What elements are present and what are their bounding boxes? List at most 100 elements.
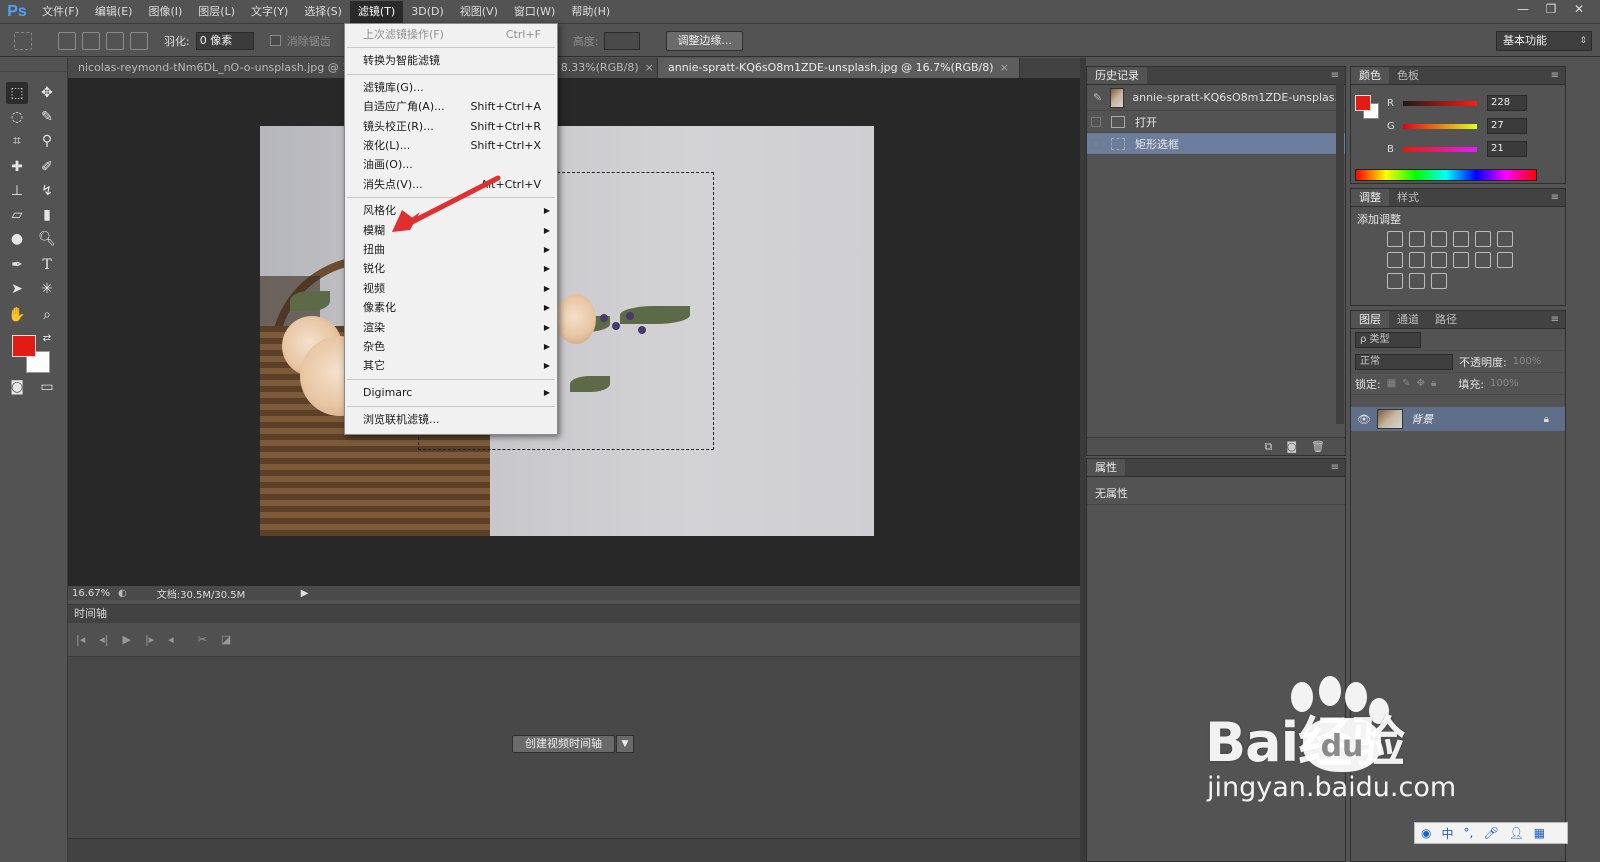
history-brush-tool-icon[interactable]: ↯ [36, 180, 58, 202]
marquee-preset-icon[interactable] [14, 31, 32, 50]
filter-menu-item-2[interactable]: 转换为智能滤镜 [345, 51, 557, 70]
tab-layers[interactable]: 图层 [1351, 311, 1389, 328]
menu-10[interactable]: 帮助(H) [563, 1, 618, 23]
layer-background[interactable]: 👁︎ 背景 🔒︎ [1351, 407, 1565, 431]
new-selection-icon[interactable] [58, 31, 76, 50]
filter-menu-item-23[interactable]: 浏览联机滤镜... [345, 410, 557, 429]
prev-frame-icon[interactable]: ◂| [99, 633, 108, 646]
filter-menu-item-5[interactable]: 自适应广角(A)... Shift+Ctrl+A [345, 97, 557, 116]
filter-menu-item-6[interactable]: 镜头校正(R)... Shift+Ctrl+R [345, 117, 557, 136]
rect-marquee-tool-icon[interactable]: ⬚ [6, 82, 28, 104]
filter-menu-item-18[interactable]: 杂色 ▶ [345, 337, 557, 356]
menu-7[interactable]: 3D(D) [403, 1, 452, 23]
slider-green-track[interactable] [1403, 123, 1477, 129]
tab-color[interactable]: 颜色 [1351, 67, 1389, 84]
tab-swatches[interactable]: 色板 [1389, 67, 1427, 84]
color-panel-foreground-swatch[interactable] [1355, 95, 1371, 111]
height-input[interactable] [604, 31, 641, 50]
lock-transparent-icon[interactable]: ▦ [1387, 378, 1396, 389]
create-video-timeline-button[interactable]: 创建视频时间轴 [512, 735, 615, 753]
menu-3[interactable]: 图层(L) [190, 1, 243, 23]
menu-6[interactable]: 滤镜(T) [349, 0, 404, 23]
path-select-tool-icon[interactable]: ➤ [6, 278, 28, 300]
shape-tool-icon[interactable]: ✳ [36, 278, 58, 300]
posterize-icon[interactable] [1387, 273, 1403, 289]
panel-menu-icon[interactable]: ≡ [1551, 189, 1559, 207]
pen-tool-icon[interactable]: ✒ [6, 254, 28, 276]
hand-tool-icon[interactable]: ✋ [6, 304, 28, 326]
foreground-color-swatch[interactable] [12, 335, 36, 357]
close-tab-icon[interactable]: × [1000, 61, 1009, 74]
threshold-icon[interactable] [1409, 273, 1425, 289]
blur-tool-icon[interactable]: ● [6, 228, 28, 250]
tab-paths[interactable]: 路径 [1427, 311, 1465, 328]
gradient-map-icon[interactable] [1431, 273, 1447, 289]
feather-input[interactable]: 0 像素 [195, 31, 254, 50]
slider-blue[interactable]: B 21 [1387, 139, 1563, 159]
ime-mode[interactable]: 中 [1441, 825, 1453, 842]
go-first-frame-icon[interactable]: |◂ [76, 633, 85, 646]
filter-menu-item-15[interactable]: 视频 ▶ [345, 279, 557, 298]
color-spectrum[interactable] [1355, 169, 1537, 181]
history-source-checkbox[interactable] [1091, 138, 1101, 149]
tab-styles[interactable]: 样式 [1389, 189, 1427, 206]
eye-icon[interactable]: 👁︎ [1357, 413, 1371, 426]
slider-red-track[interactable] [1403, 100, 1477, 106]
levels-icon[interactable] [1409, 231, 1425, 247]
eyedropper-tool-icon[interactable]: ⚲ [36, 130, 58, 152]
filter-menu-item-16[interactable]: 像素化 ▶ [345, 298, 557, 317]
restore-icon[interactable]: ❐ [1538, 0, 1564, 18]
filter-menu-item-7[interactable]: 液化(L)... Shift+Ctrl+X [345, 136, 557, 155]
canvas-area[interactable] [68, 78, 1080, 586]
quick-mask-icon[interactable]: ◙ [6, 376, 28, 398]
history-source-checkbox[interactable] [1091, 116, 1101, 127]
slider-red[interactable]: R 228 [1387, 93, 1563, 113]
curves-icon[interactable] [1431, 231, 1447, 247]
user-icon[interactable]: 👤︎ [1509, 826, 1524, 840]
document-tab-2[interactable]: annie-spratt-KQ6sO8m1ZDE-unsplash.jpg @ … [658, 58, 1020, 78]
menu-2[interactable]: 图像(I) [140, 1, 190, 23]
tab-properties[interactable]: 属性 [1087, 459, 1125, 476]
menu-0[interactable]: 文件(F) [34, 1, 87, 23]
workspace-select[interactable]: 基本功能 ⇕ [1496, 31, 1592, 51]
clone-stamp-tool-icon[interactable]: ⊥ [6, 180, 28, 202]
healing-brush-tool-icon[interactable]: ✚ [6, 156, 28, 178]
layer-kind-filter[interactable]: ρ 类型 [1355, 331, 1421, 348]
chevron-down-icon[interactable]: ▼ [616, 735, 634, 753]
history-item-1[interactable]: 矩形选框 [1087, 133, 1345, 155]
panel-menu-icon[interactable]: ≡ [1551, 67, 1559, 85]
color-balance-icon[interactable] [1387, 252, 1403, 268]
slider-green-value[interactable]: 27 [1487, 118, 1527, 134]
add-selection-icon[interactable] [82, 31, 100, 50]
channel-mixer-icon[interactable] [1453, 252, 1469, 268]
tab-channels[interactable]: 通道 [1389, 311, 1427, 328]
slider-green[interactable]: G 27 [1387, 116, 1563, 136]
scissors-icon[interactable]: ✂ [198, 633, 207, 646]
next-frame-icon[interactable]: |▸ [145, 633, 154, 646]
crop-tool-icon[interactable]: ⌗ [6, 130, 28, 152]
filter-menu-item-21[interactable]: Digimarc ▶ [345, 383, 557, 402]
vibrance-icon[interactable] [1475, 231, 1491, 247]
zoom-tool-icon[interactable]: ⌕ [36, 304, 58, 326]
color-lookup-icon[interactable] [1475, 252, 1491, 268]
lock-all-icon[interactable]: 🔒︎ [1431, 378, 1436, 389]
ime-punctuation-icon[interactable]: °, [1464, 826, 1474, 840]
history-brush-source-icon[interactable]: ✎ [1093, 91, 1102, 104]
eraser-tool-icon[interactable]: ▱ [6, 204, 28, 226]
filter-menu-item-19[interactable]: 其它 ▶ [345, 356, 557, 375]
filter-menu-item-17[interactable]: 渲染 ▶ [345, 318, 557, 337]
filter-menu-item-13[interactable]: 扭曲 ▶ [345, 240, 557, 259]
tab-adjustments[interactable]: 调整 [1351, 189, 1389, 206]
blend-mode-select[interactable]: 正常 [1355, 353, 1453, 370]
microphone-icon[interactable]: 🎤︎ [1483, 826, 1498, 840]
audio-icon[interactable]: ◂ [168, 633, 174, 646]
swap-colors-icon[interactable]: ⇄ [36, 328, 58, 350]
hue-saturation-icon[interactable] [1497, 231, 1513, 247]
apps-icon[interactable]: ▦ [1534, 826, 1545, 840]
panel-menu-icon[interactable]: ≡ [1331, 67, 1339, 85]
play-icon[interactable]: ▶ [122, 633, 130, 646]
filter-menu-item-4[interactable]: 滤镜库(G)... [345, 78, 557, 97]
tools-panel-grip[interactable] [0, 58, 67, 72]
trash-icon[interactable]: 🗑︎ [1311, 438, 1325, 455]
photo-filter-icon[interactable] [1431, 252, 1447, 268]
